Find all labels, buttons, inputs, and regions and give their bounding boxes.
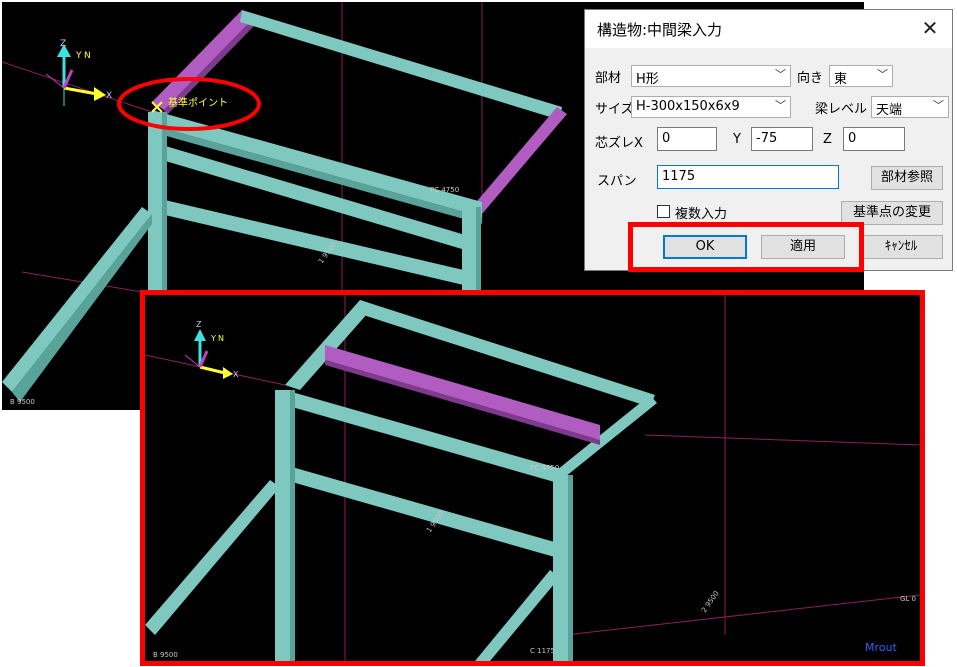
axis-x-label: X <box>233 370 239 379</box>
intermediate-beam-dialog: 構造物:中間梁入力 ✕ 部材 H形 ﹀ 向き 東 ﹀ サイズ H-300x150… <box>584 9 953 271</box>
close-icon[interactable]: ✕ <box>918 16 942 40</box>
watermark-label: Mrout <box>865 641 897 654</box>
side-beam-left <box>145 480 280 635</box>
offset-y-field[interactable]: -75 <box>751 127 813 151</box>
chevron-down-icon: ﹀ <box>775 68 786 81</box>
dialog-title: 構造物:中間梁入力 <box>597 21 723 39</box>
offset-x-label: 芯ズレX <box>595 136 643 151</box>
axis-gizmo: Z Y N X <box>184 320 239 379</box>
chevron-down-icon: ﹀ <box>933 99 944 112</box>
right-beam-magenta <box>472 107 567 214</box>
axis-y-label: Y <box>210 334 216 343</box>
size-select-value: H-300x150x6x9 <box>636 99 740 114</box>
span-label: スパン <box>597 174 637 189</box>
ok-button[interactable]: OK <box>663 235 747 259</box>
direction-select[interactable]: 東 ﹀ <box>829 65 893 87</box>
front-low-beam <box>152 197 472 287</box>
axis-y-label: Y <box>75 51 82 61</box>
member-reference-button[interactable]: 部材参照 <box>871 166 943 190</box>
dim-label-bottom: C 1175 <box>530 647 555 655</box>
front-right-column <box>553 475 568 661</box>
offset-x-field[interactable]: 0 <box>657 127 717 151</box>
member-select-value: H形 <box>636 72 659 87</box>
front-left-column <box>275 390 290 661</box>
model-view-bottom: B 9500 1 9500 PC 4750 C 1175 2 9500 GL 0… <box>145 295 920 661</box>
cancel-button[interactable]: ｷｬﾝｾﾙ <box>859 235 943 259</box>
direction-select-value: 東 <box>834 72 848 87</box>
dim-label-right: PC 4750 <box>530 464 559 472</box>
span-field[interactable]: 1175 <box>657 165 839 189</box>
axis-n-label: N <box>84 51 91 61</box>
dim-label-right: PC 4750 <box>430 186 459 194</box>
size-label: サイズ <box>595 102 634 117</box>
back-beam <box>357 300 655 407</box>
offset-z-label: Z <box>823 132 832 147</box>
axis-z-label: Z <box>60 39 66 49</box>
base-point-label: 基準ポイント <box>168 96 228 109</box>
dim-label-left: B 9500 <box>10 398 35 406</box>
dim-label-gl: GL 0 <box>900 595 916 603</box>
side-beam <box>2 207 152 392</box>
chevron-down-icon: ﹀ <box>775 99 786 112</box>
direction-label: 向き <box>797 71 824 86</box>
axis-x-label: X <box>106 91 112 101</box>
back-beam <box>240 10 562 120</box>
size-select[interactable]: H-300x150x6x9 ﹀ <box>631 96 791 118</box>
chevron-down-icon: ﹀ <box>877 68 888 81</box>
beam-level-label: 梁レベル <box>815 102 868 117</box>
rear-beam-magenta <box>152 10 254 110</box>
apply-button[interactable]: 適用 <box>761 235 845 259</box>
beam-level-select-value: 天端 <box>876 103 903 118</box>
offset-y-label: Y <box>733 132 741 147</box>
beam-level-select[interactable]: 天端 ﹀ <box>871 96 949 118</box>
3d-viewport-bottom[interactable]: B 9500 1 9500 PC 4750 C 1175 2 9500 GL 0… <box>145 295 920 661</box>
multi-input-label: 複数入力 <box>675 207 728 222</box>
axis-gizmo: Z Y N X <box>45 39 112 106</box>
front-mid-beam <box>285 465 565 560</box>
member-label: 部材 <box>595 71 622 86</box>
axis-z-label: Z <box>196 320 202 329</box>
dialog-titlebar[interactable]: 構造物:中間梁入力 ✕ <box>585 10 952 48</box>
multi-input-checkbox[interactable] <box>657 205 670 218</box>
dim-label-left: B 9500 <box>153 651 178 659</box>
dim-label-corner: 2 9500 <box>700 589 721 614</box>
x-axis-arrow <box>199 365 226 375</box>
x-axis-arrow <box>63 86 98 96</box>
axis-n-label: N <box>218 334 224 343</box>
member-select[interactable]: H形 ﹀ <box>631 65 791 87</box>
offset-z-field[interactable]: 0 <box>843 127 905 151</box>
change-base-point-button[interactable]: 基準点の変更 <box>841 201 943 225</box>
